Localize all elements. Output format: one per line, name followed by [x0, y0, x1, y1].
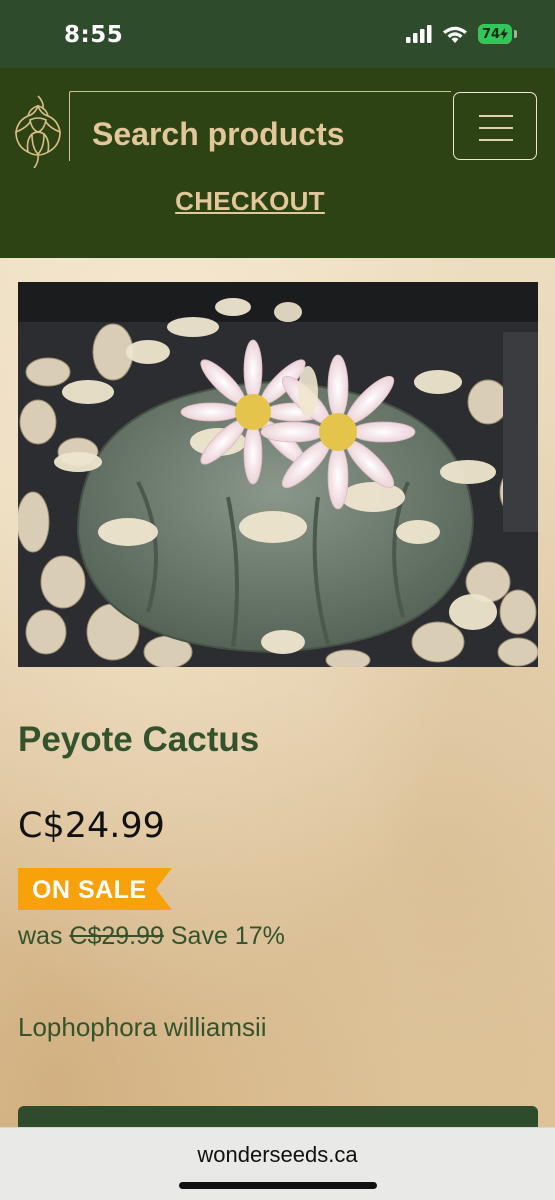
artichoke-logo-icon[interactable]: [8, 92, 68, 168]
menu-bar-middle: [479, 127, 513, 129]
peyote-cactus-photo: [18, 282, 538, 667]
cellular-signal-icon: [406, 25, 432, 43]
search-input[interactable]: Search products: [69, 91, 451, 161]
search-placeholder: Search products: [92, 116, 345, 152]
sale-badge-label: ON SALE: [32, 876, 147, 904]
menu-bar-bottom: [479, 139, 513, 141]
status-icons: 74: [406, 24, 517, 44]
product-price: C$24.99: [18, 806, 165, 846]
product-page: Peyote Cactus C$24.99 ON SALE was C$29.9…: [0, 258, 555, 1136]
hamburger-menu-button[interactable]: [453, 92, 537, 160]
battery-cap: [514, 30, 517, 38]
wifi-icon: [443, 26, 467, 43]
product-title: Peyote Cactus: [18, 720, 260, 759]
product-image[interactable]: [18, 282, 538, 667]
home-indicator[interactable]: [179, 1182, 377, 1189]
status-bar: 8:55 74: [0, 0, 555, 68]
url-text[interactable]: wonderseeds.ca: [0, 1142, 555, 1168]
was-price-line: was C$29.99 Save 17%: [18, 922, 285, 951]
battery-level: 74: [478, 24, 512, 44]
checkout-link[interactable]: CHECKOUT: [0, 186, 500, 217]
site-header: Search products CHECKOUT: [0, 68, 555, 258]
browser-address-bar[interactable]: wonderseeds.ca: [0, 1127, 555, 1200]
was-prefix: was: [18, 922, 70, 950]
scientific-name: Lophophora williamsii: [18, 1012, 267, 1042]
on-sale-badge: ON SALE: [18, 868, 172, 910]
charging-bolt-icon: [500, 28, 509, 40]
status-time: 8:55: [64, 22, 124, 48]
old-price: C$29.99: [69, 922, 164, 950]
battery-charging-icon: 74: [478, 24, 517, 44]
menu-bar-top: [479, 115, 513, 117]
save-percent: Save 17%: [163, 922, 285, 950]
battery-percent: 74: [481, 26, 501, 42]
